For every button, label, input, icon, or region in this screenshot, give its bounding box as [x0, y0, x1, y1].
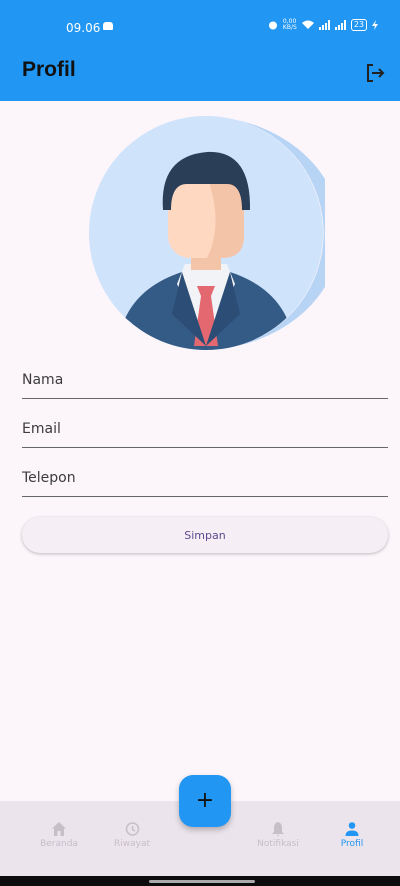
signal-icon-2 — [334, 20, 346, 30]
home-icon — [52, 822, 66, 836]
email-input[interactable] — [22, 421, 388, 437]
status-icons: 0,00 KB/S 23 — [268, 19, 378, 31]
nav-item-riwayat[interactable]: Riwayat — [97, 821, 167, 849]
gesture-handle[interactable] — [149, 880, 255, 883]
logout-icon[interactable] — [364, 62, 386, 84]
nav-item-beranda[interactable]: Beranda — [24, 821, 94, 849]
nav-label-notifikasi: Notifikasi — [257, 839, 299, 849]
signal-icon-1 — [318, 20, 330, 30]
phone-field[interactable] — [22, 462, 388, 497]
page-title: Profil — [22, 58, 76, 81]
add-button[interactable]: + — [179, 775, 231, 827]
wifi-icon — [301, 20, 314, 29]
gesture-bar — [0, 876, 400, 886]
nav-label-profil: Profil — [340, 839, 364, 849]
battery-icon: 23 — [350, 19, 367, 31]
bell-icon — [272, 822, 284, 836]
email-field[interactable] — [22, 413, 388, 448]
nav-item-profil[interactable]: Profil — [317, 821, 387, 849]
phone-input[interactable] — [22, 470, 388, 486]
alarm-icon — [268, 21, 277, 30]
name-input[interactable] — [22, 372, 388, 388]
nav-label-beranda: Beranda — [40, 839, 78, 849]
save-button[interactable]: Simpan — [22, 517, 388, 553]
history-icon — [125, 822, 140, 836]
status-bar: 09.06 0,00 KB/S 23 — [0, 0, 400, 44]
status-time: 09.06 — [66, 21, 101, 35]
charging-icon — [372, 20, 378, 30]
nav-label-riwayat: Riwayat — [114, 839, 150, 849]
app-bar: Profil — [0, 44, 400, 101]
name-field[interactable] — [22, 364, 388, 399]
profile-avatar — [89, 116, 325, 350]
net-speed: 0,00 KB/S — [282, 18, 297, 31]
person-icon — [345, 822, 359, 836]
notification-app-icon — [103, 22, 113, 30]
nav-item-notifikasi[interactable]: Notifikasi — [243, 821, 313, 849]
